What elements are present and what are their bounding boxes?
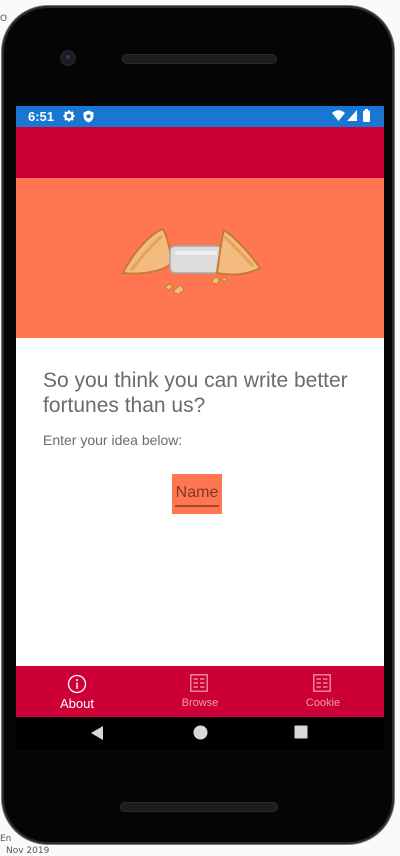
nav-item-browse[interactable]: Browse — [139, 666, 261, 717]
home-icon[interactable] — [193, 725, 208, 740]
status-bar: 6:51 — [16, 106, 384, 127]
hero-banner — [16, 178, 384, 338]
desktop-fragment-bottom: En — [0, 834, 12, 844]
gear-icon — [63, 110, 75, 122]
wifi-icon — [332, 110, 345, 121]
page-subtext: Enter your idea below: — [43, 432, 183, 448]
phone-screen: 6:51 So you think you can write better f… — [16, 106, 384, 750]
nav-item-about[interactable]: About — [16, 666, 138, 717]
top-speaker — [122, 54, 277, 64]
page-headline: So you think you can write better fortun… — [43, 369, 348, 417]
front-camera — [60, 50, 76, 66]
app-content: So you think you can write better fortun… — [16, 127, 384, 717]
desktop-fragment-date: Nov 2019 — [6, 846, 50, 856]
status-time: 6:51 — [28, 109, 55, 124]
desktop-fragment-top: O — [0, 14, 8, 24]
back-icon[interactable] — [90, 725, 104, 741]
nav-item-about-label: About — [60, 696, 94, 711]
app-toolbar — [16, 127, 384, 178]
fortune-cookie-icon — [121, 227, 262, 295]
name-field[interactable] — [172, 474, 222, 514]
nav-item-cookie[interactable]: Cookie — [262, 666, 384, 717]
shield-icon — [83, 110, 94, 123]
bottom-speaker — [120, 802, 278, 812]
name-input[interactable] — [172, 482, 222, 504]
list-icon — [313, 674, 331, 692]
bottom-navigation: About Browse Cookie — [16, 666, 384, 717]
name-field-underline — [175, 505, 219, 507]
nav-item-cookie-label: Cookie — [305, 697, 341, 709]
system-navigation-bar — [16, 717, 384, 750]
nav-item-browse-label: Browse — [181, 697, 219, 709]
list-icon — [190, 674, 208, 692]
phone-frame: 6:51 So you think you can write better f… — [2, 6, 394, 844]
recents-icon[interactable] — [294, 725, 308, 739]
info-icon — [67, 674, 87, 694]
battery-icon — [363, 109, 370, 122]
signal-icon — [347, 110, 357, 121]
